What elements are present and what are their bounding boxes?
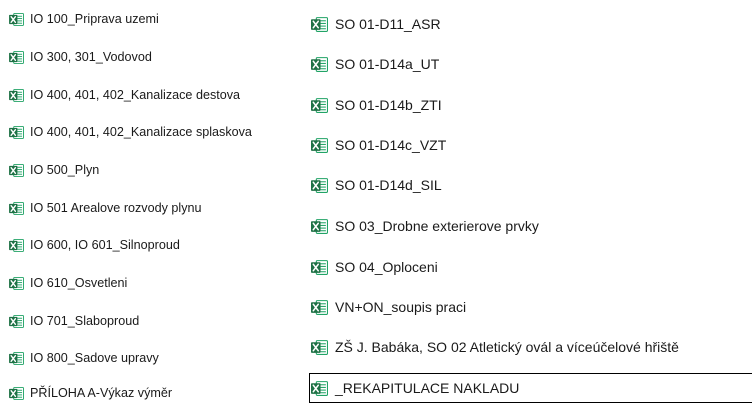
excel-file-icon <box>9 88 24 102</box>
file-item[interactable]: IO 400, 401, 402_Kanalizace splaskova <box>9 121 252 143</box>
file-name: SO 01-D14b_ZTI <box>335 97 442 113</box>
excel-file-icon <box>9 125 24 139</box>
excel-file-icon <box>9 351 24 365</box>
excel-file-icon <box>311 177 328 193</box>
file-item[interactable]: IO 100_Priprava uzemi <box>9 8 159 30</box>
excel-file-icon <box>9 201 24 215</box>
file-item[interactable]: SO 04_Oploceni <box>311 256 438 278</box>
file-item[interactable]: IO 800_Sadove upravy <box>9 347 159 369</box>
file-item[interactable]: IO 500_Plyn <box>9 159 99 181</box>
excel-file-icon <box>9 276 24 290</box>
file-name: IO 701_Slaboproud <box>30 314 140 328</box>
file-item[interactable]: IO 600, IO 601_Silnoproud <box>9 234 180 256</box>
file-item[interactable]: IO 501 Arealove rozvody plynu <box>9 197 202 219</box>
excel-file-icon <box>311 299 328 315</box>
excel-file-icon <box>311 339 328 355</box>
file-name: ZŠ J. Babáka, SO 02 Atletický ovál a víc… <box>335 339 679 355</box>
excel-file-icon <box>9 163 24 177</box>
file-name: VN+ON_soupis praci <box>335 299 467 315</box>
excel-file-icon <box>311 259 328 275</box>
excel-file-icon <box>9 386 24 400</box>
file-item[interactable]: VN+ON_soupis praci <box>311 296 466 318</box>
file-name: PŘÍLOHA A-Výkaz výměr <box>30 386 173 400</box>
file-item[interactable]: SO 01-D14b_ZTI <box>311 94 442 116</box>
excel-file-icon <box>9 314 24 328</box>
file-name: IO 100_Priprava uzemi <box>30 12 159 26</box>
excel-file-icon <box>311 380 328 396</box>
excel-file-icon <box>311 16 328 32</box>
file-name: IO 610_Osvetleni <box>30 276 128 290</box>
file-name: IO 501 Arealove rozvody plynu <box>30 201 202 215</box>
file-item[interactable]: SO 01-D14c_VZT <box>311 134 446 156</box>
file-item[interactable]: PŘÍLOHA A-Výkaz výměr <box>9 382 172 404</box>
file-item[interactable]: IO 400, 401, 402_Kanalizace destova <box>9 84 240 106</box>
file-name: SO 01-D14a_UT <box>335 56 440 72</box>
file-item[interactable]: IO 610_Osvetleni <box>9 272 127 294</box>
excel-file-icon <box>311 218 328 234</box>
file-name: SO 01-D14d_SIL <box>335 177 442 193</box>
file-name: IO 800_Sadove upravy <box>30 351 159 365</box>
file-item[interactable]: SO 03_Drobne exterierove prvky <box>311 215 539 237</box>
file-item-focused[interactable]: _REKAPITULACE NAKLADU <box>309 373 752 403</box>
file-item[interactable]: ZŠ J. Babáka, SO 02 Atletický ovál a víc… <box>311 336 679 358</box>
file-item[interactable]: IO 300, 301_Vodovod <box>9 46 152 68</box>
excel-file-icon <box>9 12 24 26</box>
excel-file-icon <box>311 137 328 153</box>
file-name: IO 300, 301_Vodovod <box>30 50 152 64</box>
file-name: IO 600, IO 601_Silnoproud <box>30 238 180 252</box>
excel-file-icon <box>9 50 24 64</box>
file-name: _REKAPITULACE NAKLADU <box>335 380 520 396</box>
file-name: IO 400, 401, 402_Kanalizace destova <box>30 88 241 102</box>
file-name: SO 04_Oploceni <box>335 259 438 275</box>
excel-file-icon <box>311 56 328 72</box>
file-name: SO 03_Drobne exterierove prvky <box>335 218 539 234</box>
file-item[interactable]: SO 01-D11_ASR <box>311 13 441 35</box>
file-item[interactable]: IO 701_Slaboproud <box>9 310 139 332</box>
file-name: IO 500_Plyn <box>30 163 100 177</box>
excel-file-icon <box>311 97 328 113</box>
file-item[interactable]: SO 01-D14a_UT <box>311 53 439 75</box>
file-name: IO 400, 401, 402_Kanalizace splaskova <box>30 125 252 139</box>
file-item[interactable]: SO 01-D14d_SIL <box>311 174 442 196</box>
file-name: SO 01-D11_ASR <box>335 16 441 32</box>
excel-file-icon <box>9 238 24 252</box>
file-name: SO 01-D14c_VZT <box>335 137 447 153</box>
